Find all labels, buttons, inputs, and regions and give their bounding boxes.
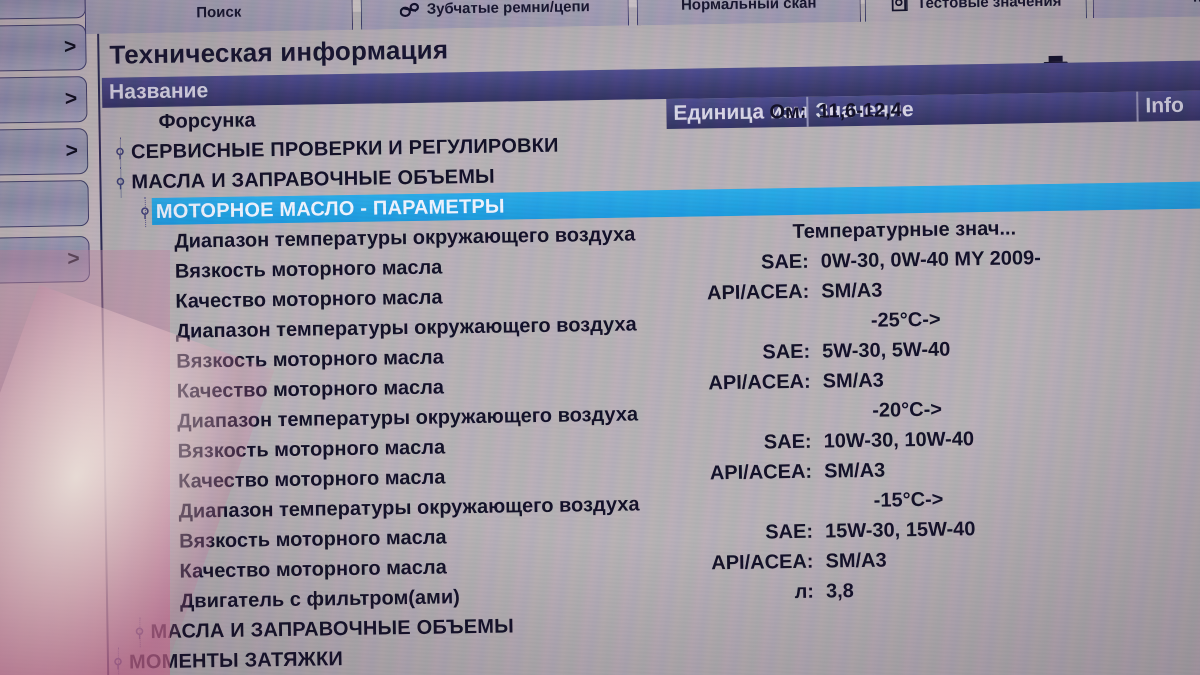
row-unit: API/ACEA: <box>706 280 810 305</box>
row-label: Вязкость моторного масла <box>178 526 447 553</box>
tab-2[interactable]: Нормальный скан <box>636 0 862 26</box>
row-unit: SAE: <box>763 430 812 454</box>
row-value: SM/A3 <box>823 459 886 483</box>
test-values-icon <box>891 0 909 12</box>
row-value: SM/A3 <box>822 369 884 393</box>
sidebar-button-3[interactable]: > <box>0 128 89 177</box>
row-value: 5W-30, 5W-40 <box>822 338 951 363</box>
sidebar-button-0[interactable]: ...ые > <box>0 0 86 21</box>
row-unit: SAE: <box>762 340 811 364</box>
tab-3[interactable]: Тестовые значения <box>864 0 1088 22</box>
row-value: 0W-30, 0W-40 MY 2009- <box>820 247 1041 273</box>
chevron-right-icon: > <box>63 35 77 59</box>
tree-connector-line <box>120 167 122 198</box>
row-value: SM/A3 <box>821 279 883 303</box>
tab-label: Зубчатые ремни/цепи <box>426 0 590 18</box>
sidebar-button-4[interactable]: и <box>0 180 90 229</box>
row-value: SM/A3 <box>825 549 887 573</box>
row-label: Вязкость моторного масла <box>177 436 446 463</box>
row-unit: л: <box>794 580 815 604</box>
chevron-right-icon: > <box>63 0 76 7</box>
sidebar-button-5[interactable]: > <box>0 236 91 285</box>
tab-0[interactable]: Поиск <box>84 0 354 35</box>
sidebar-button-label: и <box>0 196 19 214</box>
row-unit: SAE: <box>765 520 814 544</box>
tab-4[interactable]: - пуст <box>1092 0 1200 19</box>
row-unit: SAE: <box>760 250 809 274</box>
chevron-right-icon: > <box>64 87 78 111</box>
chevron-right-icon: > <box>65 139 79 163</box>
page-title: Техническая информация <box>109 33 449 70</box>
sidebar-button-label <box>0 152 18 153</box>
screen-photo: ...ые > > > > и > Техническая информация Назва… <box>0 0 1200 675</box>
left-sidebar: ...ые > > > > и > <box>0 0 108 675</box>
tab-label: - пуст <box>1184 0 1200 6</box>
row-value: 3,8 <box>825 580 854 603</box>
row-unit: API/ACEA: <box>711 550 814 575</box>
row-unit: API/ACEA: <box>709 460 813 485</box>
technical-info-panel: Техническая информация Название Единица … <box>96 0 1200 675</box>
tree-connector-line <box>119 137 122 168</box>
row-label: Качество моторного масла <box>178 466 446 493</box>
sidebar-button-2[interactable]: > <box>0 76 88 125</box>
sidebar-button-label <box>0 260 20 261</box>
row-label: Вязкость моторного масла <box>176 346 444 373</box>
tab-1[interactable]: Зубчатые ремни/цепи <box>360 0 630 30</box>
sidebar-button-label <box>0 100 17 101</box>
tree-connector-line <box>139 617 141 648</box>
row-label: Качество моторного масла <box>176 376 445 403</box>
tree-grid-body: Форсунка Ом: 11,6-12,4 СЕРВИСНЫЕ ПРОВЕРКИ И… <box>102 90 1200 675</box>
row-label: Вязкость моторного масла <box>174 256 443 283</box>
row-unit: Ом: <box>769 100 807 124</box>
sidebar-button-label: ...ые <box>0 0 16 6</box>
tab-label: Нормальный скан <box>680 0 817 14</box>
chevron-right-icon: > <box>67 247 80 271</box>
row-unit: API/ACEA: <box>708 370 811 395</box>
sidebar-button-1[interactable]: > <box>0 24 87 73</box>
row-value: 15W-30, 15W-40 <box>824 518 976 543</box>
row-label: МОМЕНТЫ ЗАТЯЖКИ <box>128 648 344 674</box>
sidebar-button-label <box>0 48 16 49</box>
belt-icon <box>399 2 419 17</box>
application-window: ...ые > > > > и > Техническая информация Назва… <box>0 0 1200 675</box>
tab-label: Тестовые значения <box>916 0 1062 12</box>
row-label: Качество моторного масла <box>175 286 443 313</box>
tab-label: Поиск <box>196 3 242 22</box>
tree-connector-line <box>144 197 147 228</box>
row-value: 10W-30, 10W-40 <box>823 428 975 453</box>
row-label: Двигатель с фильтром(ами) <box>179 586 460 613</box>
row-label: Качество моторного масла <box>179 556 447 583</box>
row-value: 11,6-12,4 <box>818 99 903 123</box>
row-label: Форсунка <box>158 109 256 133</box>
